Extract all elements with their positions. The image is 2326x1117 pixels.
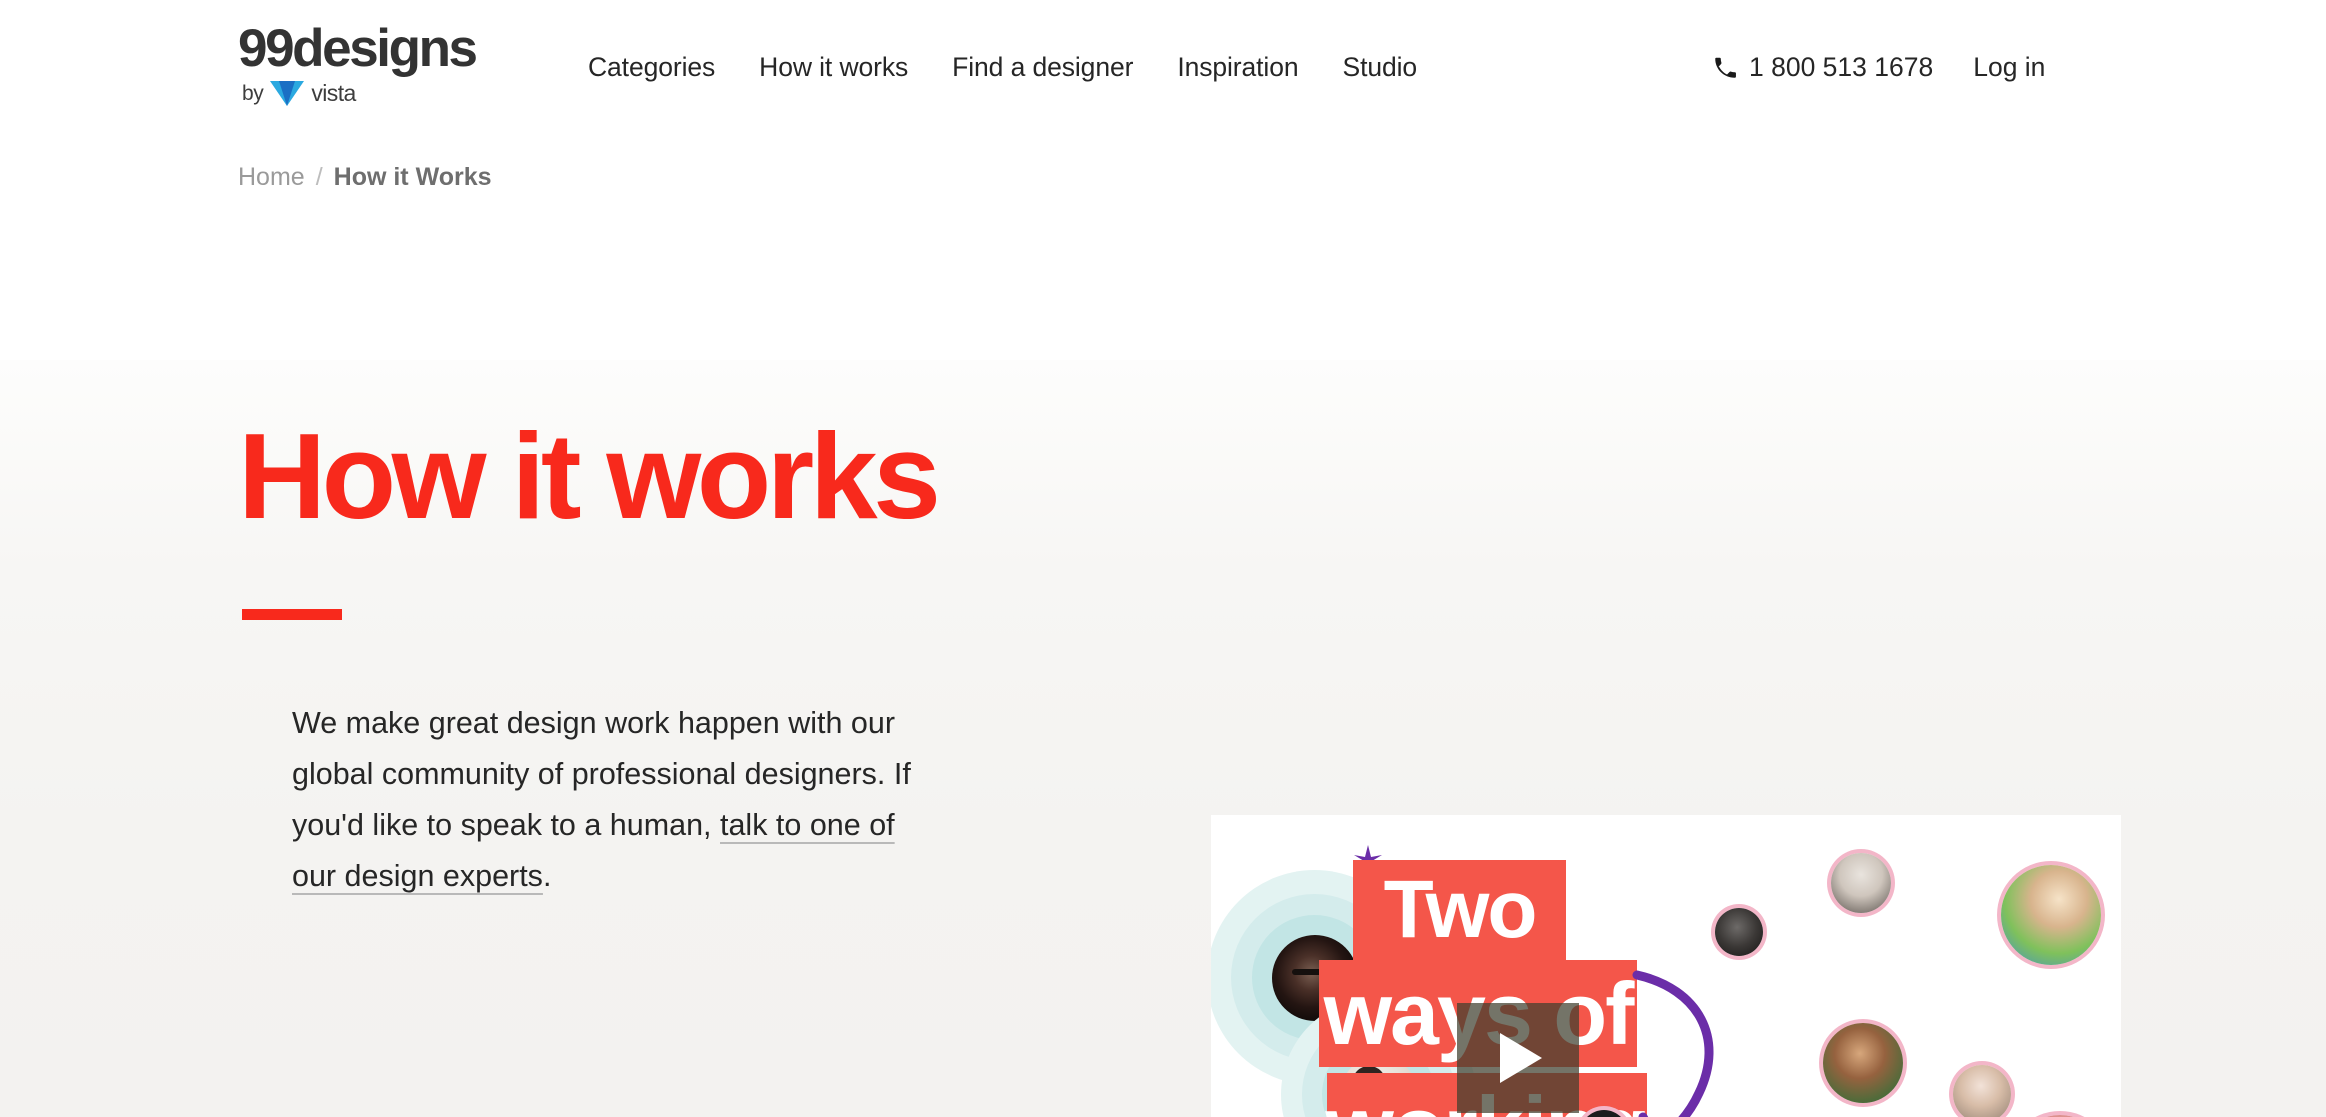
breadcrumb: Home / How it Works	[238, 163, 492, 192]
community-avatar	[1823, 1023, 1903, 1103]
header-actions: 1 800 513 1678 Log in	[1712, 52, 2326, 83]
login-link[interactable]: Log in	[1973, 52, 2045, 83]
how-it-works-video[interactable]: Two ways of working	[1211, 815, 2121, 1117]
page-title: How it works	[238, 408, 941, 544]
phone-number: 1 800 513 1678	[1749, 52, 1934, 82]
logo-wordmark: 99designs	[238, 19, 478, 78]
arrow-swoosh-icon	[1632, 970, 1714, 1117]
hero-text-column: How it works We make great design work h…	[238, 415, 1018, 902]
main-navigation: Categories How it works Find a designer …	[588, 52, 1417, 83]
nav-item-categories[interactable]: Categories	[588, 52, 715, 83]
nav-item-studio[interactable]: Studio	[1343, 52, 1418, 83]
hero-description-tail: .	[542, 859, 552, 893]
logo-by-text: by	[242, 82, 264, 106]
breadcrumb-item-home[interactable]: Home	[238, 163, 305, 192]
breadcrumb-item-current: How it Works	[333, 163, 492, 191]
logo-byline: by vista	[242, 80, 356, 107]
video-play-button[interactable]	[1457, 1003, 1579, 1113]
community-avatar	[2001, 865, 2101, 965]
nav-item-how-it-works[interactable]: How it works	[759, 52, 908, 83]
play-triangle-icon	[1500, 1033, 1542, 1083]
phone-link[interactable]: 1 800 513 1678	[1712, 52, 1933, 83]
title-underline-rule	[242, 609, 342, 620]
vista-logo-icon	[270, 81, 305, 107]
phone-icon	[1715, 57, 1736, 78]
page-root: 99designs by vista Categories How it wor…	[0, 0, 2326, 1117]
site-header: 99designs by vista Categories How it wor…	[0, 0, 2326, 148]
community-avatar	[1953, 1065, 2011, 1117]
community-avatar	[1715, 908, 1763, 956]
community-avatar	[1831, 853, 1891, 913]
video-word-one: Two	[1353, 860, 1566, 960]
hero-description: We make great design work happen with ou…	[292, 698, 932, 902]
logo-vista-text: vista	[311, 80, 356, 107]
nav-item-inspiration[interactable]: Inspiration	[1177, 52, 1298, 83]
nav-item-find-a-designer[interactable]: Find a designer	[952, 52, 1133, 83]
breadcrumb-separator: /	[315, 163, 323, 191]
hero-section: How it works We make great design work h…	[0, 360, 2326, 1117]
site-logo[interactable]: 99designs by vista	[238, 19, 478, 107]
